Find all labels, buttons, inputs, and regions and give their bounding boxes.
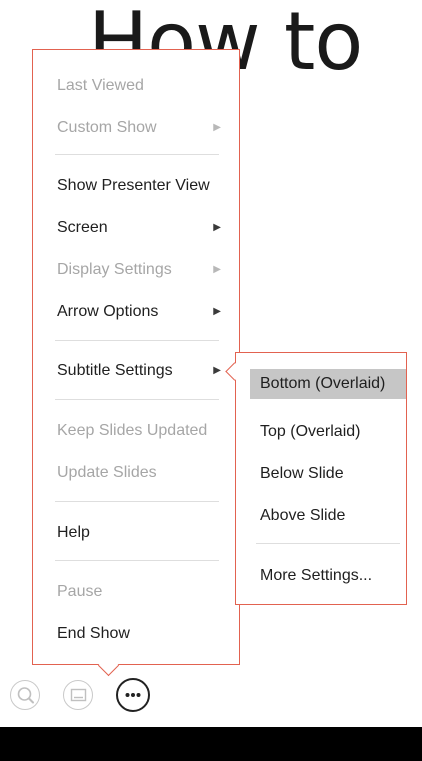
submenu-item-label: Top (Overlaid) — [260, 423, 361, 440]
zoom-icon — [17, 687, 34, 704]
submenu-arrow-icon: ▶ — [213, 306, 221, 317]
menu-item-pause[interactable]: Pause — [57, 578, 229, 606]
submenu-arrow-icon: ▶ — [213, 122, 221, 133]
menu-item-label: Show Presenter View — [57, 177, 210, 194]
menu-item-label: Arrow Options — [57, 303, 159, 320]
menu-item-last-viewed[interactable]: Last Viewed — [57, 72, 229, 100]
menu-item-label: End Show — [57, 625, 130, 642]
submenu-arrow-icon: ▶ — [213, 222, 221, 233]
menu-item-help[interactable]: Help — [57, 519, 229, 547]
menu-divider — [55, 340, 219, 341]
screen-bottom-bar — [0, 727, 422, 761]
menu-item-label: Keep Slides Updated — [57, 422, 208, 439]
menu-item-label: Update Slides — [57, 464, 157, 481]
submenu-item-bottom-overlaid[interactable]: Bottom (Overlaid) — [250, 369, 406, 399]
zoom-button[interactable] — [10, 680, 40, 710]
menu-item-subtitle-settings[interactable]: Subtitle Settings ▶ — [57, 357, 229, 385]
subtitle-settings-submenu: Bottom (Overlaid) Top (Overlaid) Below S… — [235, 352, 407, 605]
menu-item-update-slides[interactable]: Update Slides — [57, 459, 229, 487]
subtitles-button[interactable] — [63, 680, 93, 710]
submenu-item-label: Bottom (Overlaid) — [260, 375, 386, 392]
submenu-item-top-overlaid[interactable]: Top (Overlaid) — [250, 417, 406, 447]
menu-item-screen[interactable]: Screen ▶ — [57, 214, 229, 242]
menu-divider — [55, 501, 219, 502]
slideshow-options-menu: Last Viewed Custom Show ▶ Show Presenter… — [32, 49, 240, 665]
submenu-item-above-slide[interactable]: Above Slide — [250, 501, 406, 531]
menu-divider — [55, 399, 219, 400]
menu-item-label: Subtitle Settings — [57, 362, 173, 379]
menu-item-label: Custom Show — [57, 119, 157, 136]
submenu-item-label: Above Slide — [260, 507, 346, 524]
menu-divider — [55, 154, 219, 155]
submenu-item-label: More Settings... — [260, 567, 373, 584]
menu-item-label: Display Settings — [57, 261, 172, 278]
submenu-item-label: Below Slide — [260, 465, 344, 482]
menu-item-label: Help — [57, 524, 90, 541]
menu-item-custom-show[interactable]: Custom Show ▶ — [57, 114, 229, 142]
menu-item-label: Pause — [57, 583, 103, 600]
menu-divider — [55, 560, 219, 561]
submenu-arrow-icon: ▶ — [213, 365, 221, 376]
submenu-item-below-slide[interactable]: Below Slide — [250, 459, 406, 489]
menu-item-keep-slides-updated[interactable]: Keep Slides Updated — [57, 417, 229, 445]
menu-item-label: Screen — [57, 219, 108, 236]
more-options-icon — [125, 693, 141, 697]
menu-item-display-settings[interactable]: Display Settings ▶ — [57, 256, 229, 284]
submenu-divider — [256, 543, 400, 544]
submenu-item-more-settings[interactable]: More Settings... — [250, 561, 406, 591]
menu-item-label: Last Viewed — [57, 77, 144, 94]
menu-item-arrow-options[interactable]: Arrow Options ▶ — [57, 298, 229, 326]
subtitles-icon — [70, 688, 87, 702]
more-options-button[interactable] — [116, 678, 150, 712]
menu-item-show-presenter-view[interactable]: Show Presenter View — [57, 172, 229, 200]
menu-item-end-show[interactable]: End Show — [57, 620, 229, 648]
submenu-arrow-icon: ▶ — [213, 264, 221, 275]
